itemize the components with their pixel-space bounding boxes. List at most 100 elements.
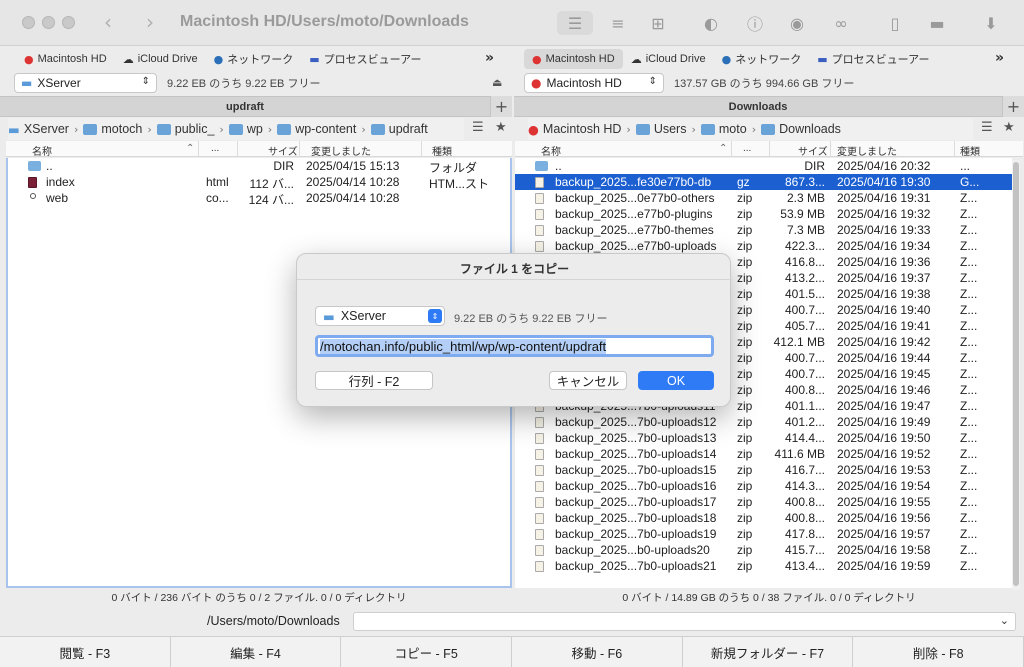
info-icon[interactable]: ⓘ bbox=[737, 11, 773, 35]
back-icon[interactable]: ‹ bbox=[104, 10, 112, 34]
file-size: 414.3... bbox=[784, 479, 825, 493]
file-row[interactable]: backup_2025...e77b0-plugins zip 53.9 MB 202… bbox=[515, 206, 1012, 222]
new-folder-button[interactable]: 新規フォルダー - F7 bbox=[682, 636, 854, 667]
breadcrumb-item[interactable]: Downloads bbox=[761, 122, 841, 136]
eject-icon[interactable]: ⏏ bbox=[492, 76, 502, 89]
file-row[interactable]: .. DIR 2025/04/16 20:32... bbox=[515, 158, 1012, 174]
fav-icloud-right[interactable]: ☁ iCloud Drive bbox=[623, 49, 714, 69]
breadcrumb-item[interactable]: wp-content bbox=[277, 122, 356, 136]
breadcrumb-item[interactable]: updraft bbox=[370, 122, 428, 136]
file-row[interactable]: backup_2025...fe30e77b0-db gz 867.3... 2025… bbox=[515, 174, 1012, 190]
fav-icloud-left[interactable]: ☁ iCloud Drive bbox=[115, 49, 206, 69]
toggle-icon[interactable]: ◐ bbox=[693, 11, 729, 35]
ok-button[interactable]: OK bbox=[638, 371, 714, 390]
split-panel-icon[interactable]: ▯ bbox=[877, 11, 913, 35]
file-row[interactable]: backup_2025...b0-uploads20 zip 415.7... 202… bbox=[515, 542, 1012, 558]
col-size[interactable]: サイズ bbox=[798, 143, 828, 158]
col-kind[interactable]: 種類 bbox=[960, 143, 980, 158]
detail-view-icon[interactable]: ≡ bbox=[600, 11, 636, 35]
volume-select-left[interactable]: ▬ XServer ⇕ bbox=[14, 73, 157, 93]
fav-macintosh-hd-right[interactable]: ● Macintosh HD bbox=[524, 49, 623, 69]
close-window-button[interactable] bbox=[22, 16, 35, 29]
view-button[interactable]: 閲覧 - F3 bbox=[0, 636, 171, 667]
move-button[interactable]: 移動 - F6 bbox=[512, 636, 683, 667]
minimize-window-button[interactable] bbox=[42, 16, 55, 29]
col-name[interactable]: 名称 bbox=[32, 143, 52, 158]
copy-button[interactable]: コピー - F5 bbox=[341, 636, 513, 667]
tab-downloads[interactable]: Downloads bbox=[514, 96, 1002, 117]
col-ext[interactable]: ... bbox=[211, 143, 219, 154]
scroll-thumb[interactable] bbox=[1013, 162, 1019, 586]
file-row[interactable]: backup_2025...7b0-uploads21 zip 413.4... 20… bbox=[515, 558, 1012, 574]
more-favorites-right-icon[interactable]: » bbox=[995, 50, 1004, 66]
col-ext[interactable]: ... bbox=[743, 143, 751, 154]
col-size[interactable]: サイズ bbox=[268, 143, 298, 158]
file-kind: Z... bbox=[960, 287, 978, 301]
file-row[interactable]: backup_2025...7b0-uploads14 zip 411.6 MB 20… bbox=[515, 446, 1012, 462]
file-row[interactable]: backup_2025...e77b0-uploads zip 422.3... 20… bbox=[515, 238, 1012, 254]
file-name: backup_2025...7b0-uploads19 bbox=[555, 527, 717, 541]
breadcrumb-item[interactable]: motoch bbox=[83, 122, 142, 136]
edit-button[interactable]: 編集 - F4 bbox=[170, 636, 342, 667]
col-modified[interactable]: 変更しました bbox=[311, 143, 371, 158]
chevron-down-icon[interactable]: ⌄ bbox=[1000, 614, 1009, 627]
delete-button[interactable]: 削除 - F8 bbox=[853, 636, 1024, 667]
file-row[interactable]: .. DIR 2025/04/15 15:13 フォルダ bbox=[8, 158, 510, 175]
folder-icon bbox=[228, 123, 243, 135]
star-left-icon[interactable]: ★ bbox=[495, 120, 507, 135]
col-name[interactable]: 名称 bbox=[541, 143, 561, 158]
more-favorites-left-icon[interactable]: » bbox=[485, 50, 494, 66]
file-row[interactable]: backup_2025...0e77b0-others zip 2.3 MB 2025… bbox=[515, 190, 1012, 206]
fav-macintosh-hd-left[interactable]: ● Macintosh HD bbox=[16, 49, 115, 69]
file-size: 124 バ... bbox=[248, 193, 294, 207]
star-right-icon[interactable]: ★ bbox=[1003, 120, 1015, 135]
grid-view-icon[interactable]: ⊞ bbox=[640, 11, 676, 35]
file-row[interactable]: backup_2025...7b0-uploads15 zip 416.7... 20… bbox=[515, 462, 1012, 478]
folder-icon[interactable]: ▬ bbox=[919, 11, 955, 35]
file-name: backup_2025...7b0-uploads21 bbox=[555, 559, 717, 573]
binoculars-icon[interactable]: ∞ bbox=[823, 11, 859, 35]
file-row[interactable]: backup_2025...7b0-uploads13 zip 414.4... 20… bbox=[515, 430, 1012, 446]
cancel-button[interactable]: キャンセル bbox=[549, 371, 627, 390]
file-modified: 2025/04/16 19:57 bbox=[837, 527, 931, 541]
file-row[interactable]: backup_2025...7b0-uploads12 zip 401.2... 20… bbox=[515, 414, 1012, 430]
fav-process-viewer-left[interactable]: ▬ プロセスビューアー bbox=[301, 49, 429, 69]
volume-select-right[interactable]: ● Macintosh HD ⇕ bbox=[524, 73, 664, 93]
zoom-window-button[interactable] bbox=[62, 16, 75, 29]
col-kind[interactable]: 種類 bbox=[432, 143, 452, 158]
file-row[interactable]: backup_2025...e77b0-themes zip 7.3 MB 2025/… bbox=[515, 222, 1012, 238]
fav-process-viewer-right[interactable]: ▬ プロセスビューアー bbox=[809, 49, 937, 69]
list-options-right-icon[interactable]: ☰ bbox=[981, 120, 993, 135]
file-row[interactable]: web co... 124 バ... 2025/04/14 10:28 bbox=[8, 190, 510, 207]
eye-icon[interactable]: ◉ bbox=[779, 11, 815, 35]
fav-network-left[interactable]: ● ネットワーク bbox=[206, 49, 302, 69]
file-row[interactable]: index html 112 バ... 2025/04/14 10:28 HTM...ス… bbox=[8, 174, 510, 191]
command-input[interactable]: ⌄ bbox=[353, 612, 1016, 631]
add-tab-right-icon[interactable]: + bbox=[1002, 96, 1024, 117]
breadcrumb-item[interactable]: moto bbox=[700, 122, 747, 136]
fav-network-right[interactable]: ● ネットワーク bbox=[714, 49, 810, 69]
list-options-left-icon[interactable]: ☰ bbox=[472, 120, 484, 135]
col-modified[interactable]: 変更しました bbox=[837, 143, 897, 158]
queue-button[interactable]: 行列 - F2 bbox=[315, 371, 433, 390]
breadcrumb-item[interactable]: public_ bbox=[156, 122, 214, 136]
file-row[interactable]: backup_2025...7b0-uploads17 zip 400.8... 20… bbox=[515, 494, 1012, 510]
breadcrumb-item[interactable]: ● Macintosh HD bbox=[528, 122, 621, 137]
file-kind: Z... bbox=[960, 223, 978, 237]
file-name: backup_2025...e77b0-themes bbox=[555, 223, 714, 237]
destination-path-input[interactable]: /motochan.info/public_html/wp/wp-content… bbox=[315, 335, 714, 357]
list-view-icon[interactable]: ☰ bbox=[557, 11, 593, 35]
breadcrumb-item[interactable]: Users bbox=[635, 122, 686, 136]
dialog-volume-select[interactable]: ▬ XServer ⇕ bbox=[315, 306, 445, 326]
download-icon[interactable]: ⬇ bbox=[973, 11, 1009, 35]
forward-icon[interactable]: › bbox=[146, 10, 154, 34]
file-row[interactable]: backup_2025...7b0-uploads19 zip 417.8... 20… bbox=[515, 526, 1012, 542]
breadcrumb-item[interactable]: ▬ XServer bbox=[8, 122, 69, 137]
file-row[interactable]: backup_2025...7b0-uploads18 zip 400.8... 20… bbox=[515, 510, 1012, 526]
add-tab-left-icon[interactable]: + bbox=[490, 96, 512, 117]
breadcrumb-item[interactable]: wp bbox=[228, 122, 263, 136]
file-name: backup_2025...7b0-uploads18 bbox=[555, 511, 717, 525]
vertical-scrollbar[interactable] bbox=[1012, 160, 1020, 590]
tab-updraft[interactable]: updraft bbox=[0, 96, 490, 117]
file-row[interactable]: backup_2025...7b0-uploads16 zip 414.3... 20… bbox=[515, 478, 1012, 494]
